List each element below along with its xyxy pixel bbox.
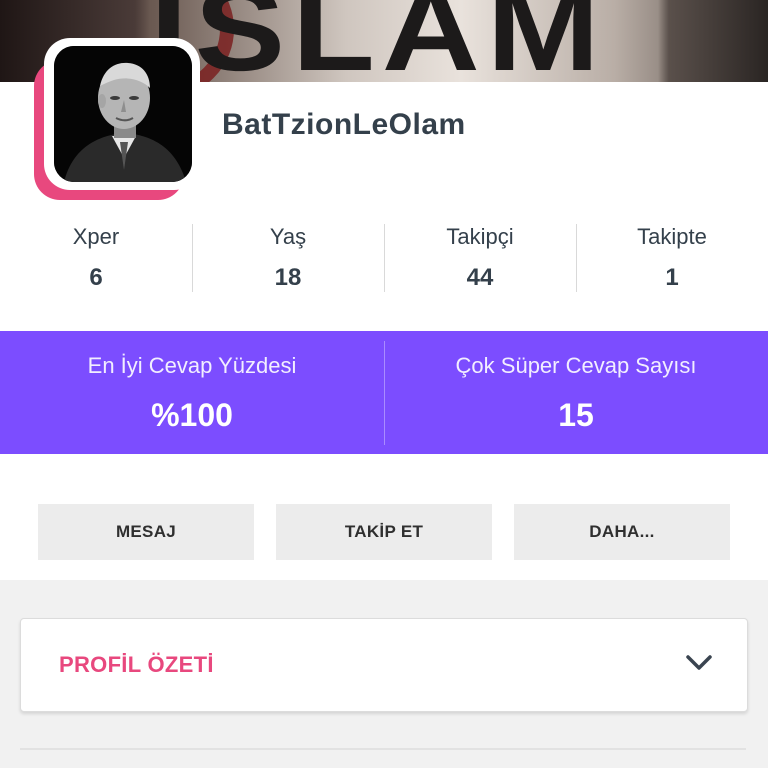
username: BatTzionLeOlam <box>222 108 466 141</box>
stat-followers[interactable]: Takipçi 44 <box>384 218 576 298</box>
stat-value: 6 <box>89 264 103 291</box>
avatar[interactable] <box>54 46 192 182</box>
super-answer-count: Çok Süper Cevap Sayısı 15 <box>384 331 768 454</box>
best-answer-rate: En İyi Cevap Yüzdesi %100 <box>0 331 384 454</box>
stat-value: 18 <box>274 264 302 291</box>
highlight-value: %100 <box>151 397 233 433</box>
highlight-label: Çok Süper Cevap Sayısı <box>455 353 697 378</box>
stat-value: 44 <box>466 264 494 291</box>
stats-row: Xper 6 Yaş 18 Takipçi 44 Takipte 1 <box>0 218 768 298</box>
stat-age: Yaş 18 <box>192 218 384 298</box>
highlight-value: 15 <box>558 397 594 433</box>
chevron-down-icon[interactable] <box>685 653 713 678</box>
stat-label: Takipçi <box>446 224 514 249</box>
stat-label: Takipte <box>637 224 707 249</box>
profile-summary-card[interactable]: PROFİL ÖZETİ <box>20 618 748 712</box>
message-button[interactable]: MESAJ <box>38 504 254 560</box>
divider <box>20 748 746 750</box>
profile-summary-title: PROFİL ÖZETİ <box>59 652 214 677</box>
stat-label: Yaş <box>269 224 307 249</box>
profile-actions: MESAJ TAKİP ET DAHA... <box>38 504 730 560</box>
highlight-band: En İyi Cevap Yüzdesi %100 Çok Süper Ceva… <box>0 331 768 454</box>
stat-xper: Xper 6 <box>0 218 192 298</box>
stat-value: 1 <box>665 264 679 291</box>
cover-text: ISLAM <box>150 0 607 82</box>
highlight-label: En İyi Cevap Yüzdesi <box>87 353 297 378</box>
stat-following[interactable]: Takipte 1 <box>576 218 768 298</box>
stat-label: Xper <box>72 224 120 249</box>
more-button[interactable]: DAHA... <box>514 504 730 560</box>
follow-button[interactable]: TAKİP ET <box>276 504 492 560</box>
